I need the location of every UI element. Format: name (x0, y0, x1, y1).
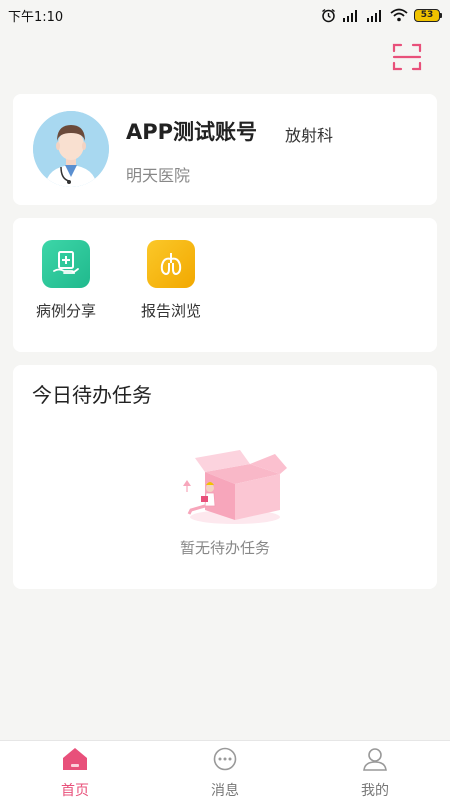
status-icons: 53 (321, 8, 442, 23)
tab-messages-label: 消息 (211, 783, 239, 799)
tasks-title: 今日待办任务 (32, 383, 152, 407)
profile-card[interactable]: APP测试账号 放射科 明天医院 (13, 94, 437, 205)
case-share-icon (42, 240, 90, 288)
signal-icon (343, 9, 357, 22)
status-time: 下午1:10 (8, 9, 64, 25)
tasks-card: 今日待办任务 暂无待办任务 (13, 365, 437, 589)
empty-tasks-text: 暂无待办任务 (179, 539, 270, 557)
battery-indicator: 53 (414, 8, 442, 22)
department-label: 放射科 (285, 126, 334, 145)
report-browse-label: 报告浏览 (140, 302, 201, 320)
alarm-icon (322, 8, 335, 22)
tab-profile-label: 我的 (361, 783, 389, 799)
case-share-button[interactable]: 病例分享 (26, 240, 106, 321)
empty-box-icon (183, 450, 287, 524)
avatar (33, 111, 109, 187)
scan-icon[interactable] (392, 42, 422, 72)
report-browse-button[interactable]: 报告浏览 (131, 240, 211, 321)
tab-home[interactable]: 首页 (0, 741, 150, 800)
tab-messages[interactable]: 消息 (150, 741, 300, 800)
report-browse-icon (147, 240, 195, 288)
case-share-label: 病例分享 (35, 302, 96, 320)
account-name: APP测试账号 (126, 120, 258, 144)
message-icon (213, 747, 237, 771)
signal-icon (367, 9, 381, 22)
status-bar: 下午1:10 53 (0, 0, 450, 30)
hospital-label: 明天医院 (126, 166, 191, 185)
quick-actions-card: 病例分享 报告浏览 (13, 218, 437, 352)
wifi-icon (390, 8, 408, 22)
tab-bar: 首页 消息 我的 (0, 740, 450, 800)
tab-profile[interactable]: 我的 (300, 741, 450, 800)
tab-home-label: 首页 (61, 783, 89, 799)
doctor-avatar-icon (33, 111, 109, 187)
home-icon (63, 748, 87, 770)
profile-icon (363, 748, 387, 771)
